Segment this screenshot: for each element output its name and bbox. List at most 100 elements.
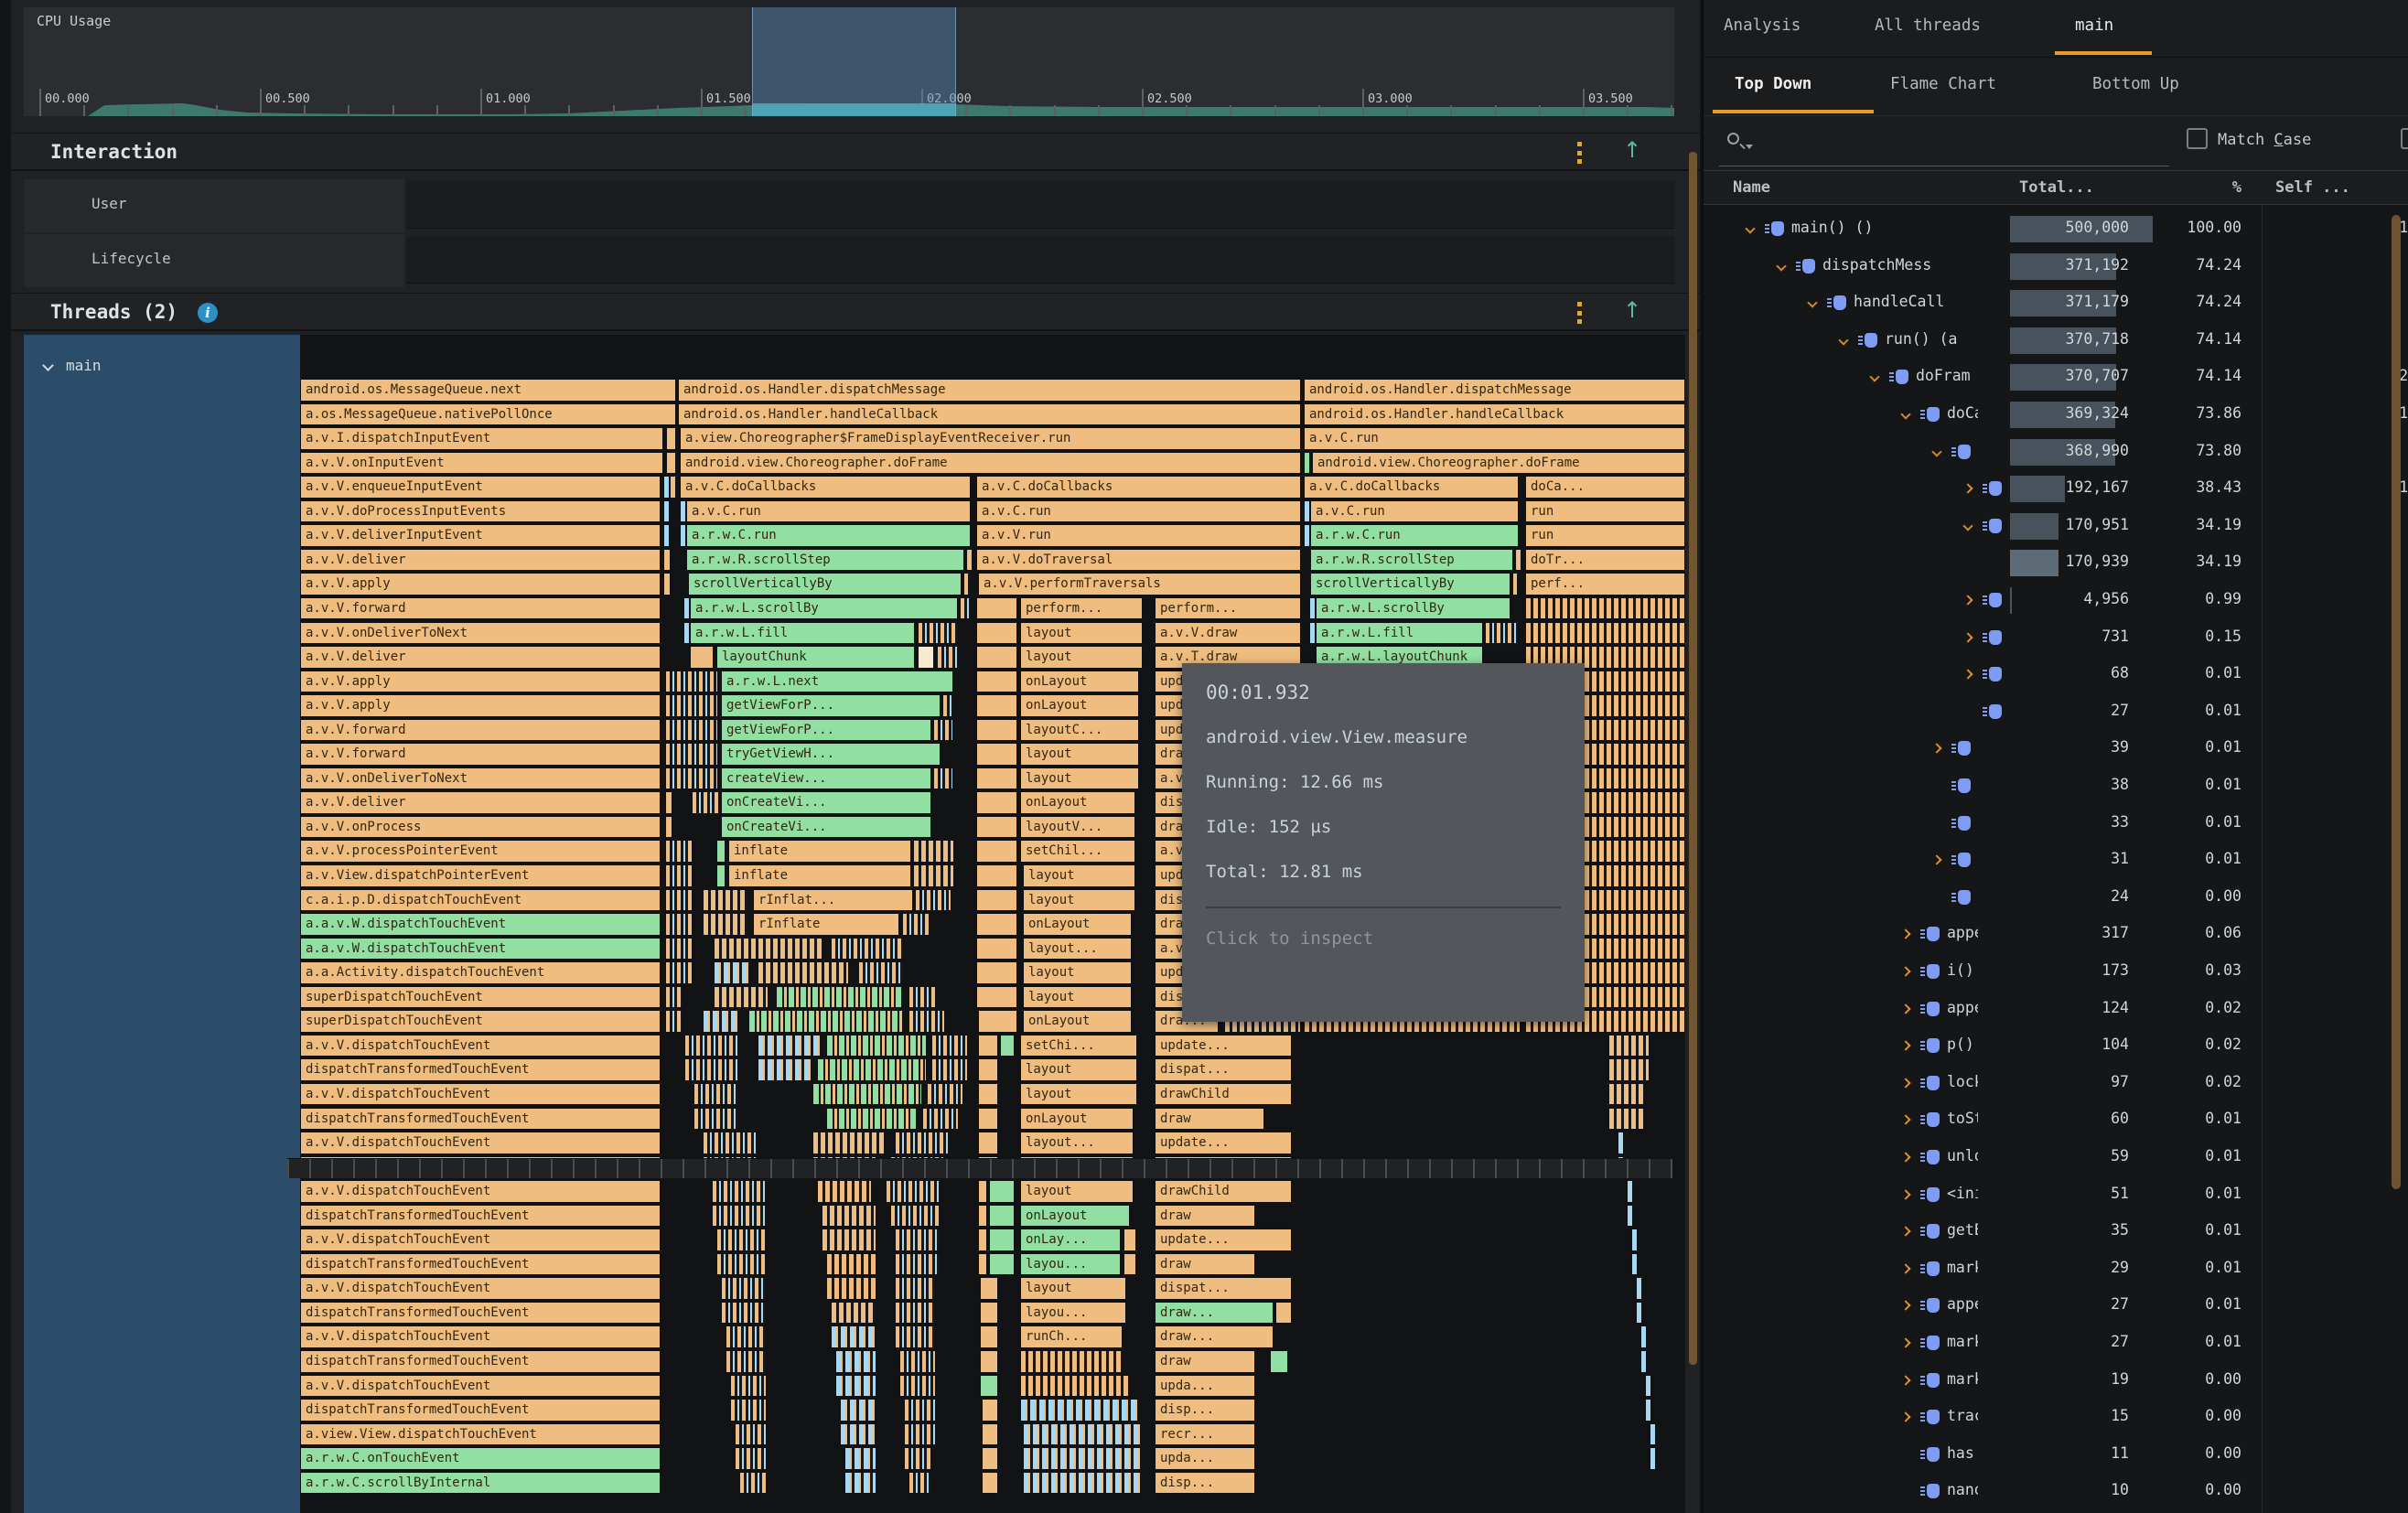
chevron-down-icon[interactable] xyxy=(1807,298,1817,308)
chevron-right-icon[interactable] xyxy=(1900,929,1910,939)
trace-bottom-ruler[interactable] xyxy=(287,1158,1672,1178)
flame-fragment-block[interactable] xyxy=(730,1375,767,1398)
flame-method-block[interactable]: onLayout xyxy=(1020,1205,1130,1228)
tree-row[interactable]: tr390.0128 xyxy=(1704,730,2408,767)
flame-method-block[interactable]: draw... xyxy=(1155,1325,1274,1348)
chevron-down-icon[interactable] xyxy=(42,359,54,371)
tree-row[interactable]: unlo590.0110 xyxy=(1704,1139,2408,1176)
flame-method-block[interactable]: draw xyxy=(1155,1108,1264,1131)
flame-method-block[interactable]: a.a.Activity.dispatchTouchEvent xyxy=(300,961,661,984)
flame-fragment-block[interactable] xyxy=(665,961,693,984)
flame-fragment-block[interactable] xyxy=(904,1447,931,1470)
flame-method-block[interactable]: a.r.w.L.scrollBy xyxy=(1316,597,1510,620)
flame-fragment-block[interactable] xyxy=(1608,1083,1645,1106)
flame-fragment-block[interactable] xyxy=(739,1472,767,1495)
flame-fragment-block[interactable] xyxy=(840,1399,876,1422)
flame-method-block[interactable]: a.r.w.L.next xyxy=(721,671,953,693)
tree-row[interactable]: 170,95134.1913 xyxy=(1704,508,2408,545)
flame-method-block[interactable]: perform... xyxy=(1155,597,1301,620)
threads-collapse-icon[interactable]: ↑ xyxy=(1623,297,1641,323)
flame-fragment-block[interactable] xyxy=(918,646,934,669)
flame-fragment-block[interactable] xyxy=(666,452,676,475)
tree-row[interactable]: 4,9560.9954 xyxy=(1704,582,2408,619)
flame-fragment-block[interactable] xyxy=(1627,1205,1633,1228)
flame-fragment-block[interactable] xyxy=(895,1229,941,1251)
flame-fragment-block[interactable] xyxy=(716,840,726,863)
flame-method-block[interactable]: a.v.V.onDeliverToNext xyxy=(300,622,661,645)
flame-fragment-block[interactable] xyxy=(822,1205,876,1228)
flame-fragment-block[interactable] xyxy=(978,1108,998,1131)
flame-method-block[interactable]: onLayout xyxy=(1023,913,1132,936)
flame-fragment-block[interactable] xyxy=(840,1423,876,1446)
cpu-usage-minimap[interactable]: CPU Usage 00.00000.50001.00001.50002.000… xyxy=(24,7,1674,116)
flame-fragment-block[interactable] xyxy=(665,864,693,887)
flame-method-block[interactable]: doCa... xyxy=(1525,476,1685,499)
flame-fragment-block[interactable] xyxy=(692,791,719,814)
flame-fragment-block[interactable] xyxy=(976,646,1017,669)
flame-method-block[interactable]: disp... xyxy=(1155,1399,1255,1422)
flame-method-block[interactable]: android.view.Choreographer.doFrame xyxy=(1312,452,1685,475)
flame-method-block[interactable]: draw xyxy=(1155,1350,1255,1373)
flame-method-block[interactable]: a.r.w.C.run xyxy=(1310,524,1519,547)
column-header-pct[interactable]: % xyxy=(2161,178,2241,197)
flame-fragment-block[interactable] xyxy=(980,1325,998,1348)
flame-method-block[interactable]: a.v.V.draw xyxy=(1155,622,1301,645)
flame-fragment-block[interactable] xyxy=(844,1472,876,1495)
flame-method-block[interactable]: a.v.C.doCallbacks xyxy=(1304,476,1519,499)
flame-fragment-block[interactable] xyxy=(735,1447,767,1470)
tab-main[interactable]: main xyxy=(2075,16,2113,35)
flame-method-block[interactable]: dispatchTransformedTouchEvent xyxy=(300,1058,661,1081)
flame-method-block[interactable]: a.v.V.apply xyxy=(300,573,661,596)
flame-method-block[interactable]: android.view.Choreographer.doFrame xyxy=(680,452,1301,475)
flame-method-block[interactable]: a.v.V.onInputEvent xyxy=(300,452,663,475)
tree-row[interactable]: 7310.1567 xyxy=(1704,619,2408,657)
flame-fragment-block[interactable] xyxy=(1485,622,1519,645)
match-case-label[interactable]: Match Case xyxy=(2218,131,2311,149)
flame-fragment-block[interactable] xyxy=(1304,524,1310,547)
flame-fragment-block[interactable] xyxy=(665,743,718,766)
flame-method-block[interactable]: dispatchTransformedTouchEvent xyxy=(300,1108,661,1131)
tree-row[interactable]: i()1730.0316 xyxy=(1704,953,2408,991)
flame-method-block[interactable]: c.a.i.p.D.dispatchTouchEvent xyxy=(300,889,661,912)
search-icon[interactable] xyxy=(1727,133,1739,145)
flame-method-block[interactable]: a.r.w.R.scrollStep xyxy=(686,549,964,572)
flame-fragment-block[interactable] xyxy=(1650,1447,1656,1470)
flame-fragment-block[interactable] xyxy=(1023,1423,1142,1446)
tree-row[interactable]: run368,99073.8090 xyxy=(1704,434,2408,471)
flame-fragment-block[interactable] xyxy=(976,986,1017,1009)
flame-method-block[interactable]: layou... xyxy=(1020,1253,1121,1276)
flame-fragment-block[interactable] xyxy=(976,743,1017,766)
flame-fragment-block[interactable] xyxy=(844,1447,876,1470)
flame-fragment-block[interactable] xyxy=(1020,1350,1123,1373)
flame-method-block[interactable]: superDispatchTouchEvent xyxy=(300,1010,661,1033)
flame-fragment-block[interactable] xyxy=(933,767,953,790)
flame-fragment-block[interactable] xyxy=(690,646,714,669)
flame-method-block[interactable]: dispatchTransformedTouchEvent xyxy=(300,1350,661,1373)
flame-fragment-block[interactable] xyxy=(978,1253,987,1276)
flame-fragment-block[interactable] xyxy=(913,840,954,863)
flame-fragment-block[interactable] xyxy=(1304,500,1310,523)
flame-fragment-block[interactable] xyxy=(989,1229,1015,1251)
search-caret-icon[interactable] xyxy=(1746,145,1753,149)
regex-checkbox-partial[interactable] xyxy=(2401,128,2408,149)
flame-method-block[interactable]: a.v.V.forward xyxy=(300,597,661,620)
flame-fragment-block[interactable] xyxy=(826,1108,918,1131)
flame-fragment-block[interactable] xyxy=(835,1375,876,1398)
flame-fragment-block[interactable] xyxy=(826,1035,927,1057)
chevron-right-icon[interactable] xyxy=(1900,1152,1910,1162)
subtab-bottom-up[interactable]: Bottom Up xyxy=(2092,75,2179,93)
flame-fragment-block[interactable] xyxy=(989,1180,1015,1203)
flame-fragment-block[interactable] xyxy=(931,1035,968,1057)
flame-fragment-block[interactable] xyxy=(665,719,718,742)
tree-row[interactable]: trac150.009 xyxy=(1704,1399,2408,1436)
flame-method-block[interactable]: a.v.V.processPointerEvent xyxy=(300,840,661,863)
flame-method-block[interactable]: superDispatchTouchEvent xyxy=(300,986,661,1009)
flame-method-block[interactable]: a.v.C.doCallbacks xyxy=(680,476,971,499)
flame-fragment-block[interactable] xyxy=(976,791,1017,814)
tree-row[interactable]: 680.0110 xyxy=(1704,656,2408,693)
flame-fragment-block[interactable] xyxy=(1618,1132,1624,1154)
flame-fragment-block[interactable] xyxy=(902,913,930,936)
flame-fragment-block[interactable] xyxy=(714,961,750,984)
flame-fragment-block[interactable] xyxy=(826,1253,876,1276)
flame-method-block[interactable]: perf... xyxy=(1525,573,1685,596)
